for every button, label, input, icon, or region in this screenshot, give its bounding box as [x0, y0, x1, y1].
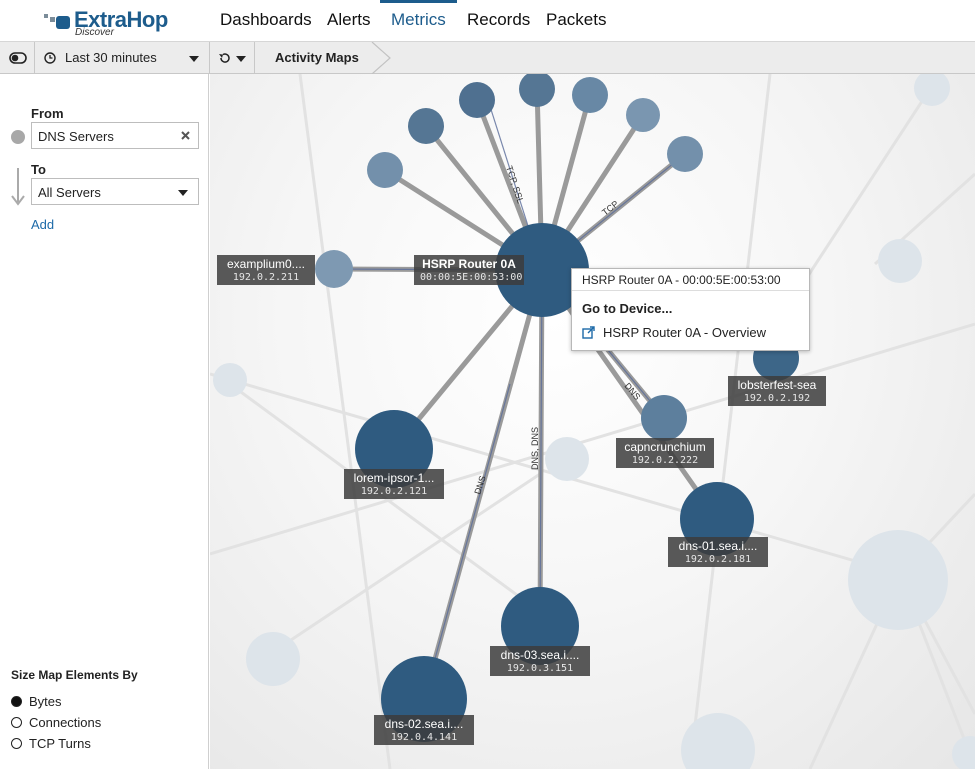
top-navigation-bar: ExtraHop Discover Dashboards Alerts Metr…: [0, 0, 975, 42]
node-address: 192.0.4.141: [390, 732, 458, 743]
size-option-label: TCP Turns: [29, 736, 91, 751]
node-label[interactable]: dns-01.sea.i.... 192.0.2.181: [668, 537, 768, 567]
node-address: 192.0.3.151: [506, 663, 574, 674]
history-icon[interactable]: [218, 52, 231, 64]
size-option-bytes[interactable]: Bytes: [11, 694, 62, 709]
toggle-sidebar-icon[interactable]: [9, 52, 27, 64]
node-name: lorem-ipsor-1...: [353, 471, 435, 485]
node-label[interactable]: dns-03.sea.i.... 192.0.3.151: [490, 646, 590, 676]
node-name: dns-01.sea.i....: [678, 539, 758, 553]
node-address: 192.0.2.181: [684, 554, 752, 565]
node-name: capncrunchium: [624, 440, 706, 454]
breadcrumb-activity-maps[interactable]: Activity Maps: [275, 50, 359, 65]
background-edges: [210, 74, 975, 769]
activity-map-canvas[interactable]: TCP, SSL TCP DNS DNS, DNS DNS examplium0…: [210, 74, 975, 769]
node-address: 192.0.2.222: [631, 455, 699, 466]
node-name: dns-03.sea.i....: [500, 648, 580, 662]
from-label: From: [31, 106, 64, 121]
nav-dashboards[interactable]: Dashboards: [220, 10, 312, 30]
time-range-dropdown-icon[interactable]: [189, 56, 199, 62]
toolbar: Last 30 minutes Activity Maps: [0, 42, 975, 74]
external-link-icon: [582, 326, 595, 339]
from-input-value: DNS Servers: [38, 129, 114, 144]
activity-map-sidebar: From DNS Servers To All Servers Add Size…: [0, 74, 209, 769]
node-label[interactable]: lorem-ipsor-1... 192.0.2.121: [344, 469, 444, 499]
brand-subtitle: Discover: [75, 27, 114, 38]
size-option-label: Bytes: [29, 694, 62, 709]
size-by-heading: Size Map Elements By: [11, 668, 138, 682]
to-select-value: All Servers: [38, 185, 101, 200]
nav-alerts[interactable]: Alerts: [327, 10, 370, 30]
node-address: 192.0.2.192: [743, 393, 811, 404]
device-overview-link[interactable]: HSRP Router 0A - Overview: [582, 325, 766, 340]
node-label[interactable]: lobsterfest-sea 192.0.2.192: [728, 376, 826, 406]
radio-selected-icon: [11, 696, 22, 707]
down-arrow-icon: [11, 168, 25, 206]
breadcrumb-chevron: [371, 42, 391, 74]
to-label: To: [31, 162, 46, 177]
node-name: HSRP Router 0A: [422, 257, 516, 271]
to-select[interactable]: All Servers: [31, 178, 199, 205]
background-nodes: [213, 74, 975, 769]
radio-icon: [11, 738, 22, 749]
activity-map-graph: TCP, SSL TCP DNS DNS, DNS DNS: [210, 74, 975, 769]
time-range-selector[interactable]: Last 30 minutes: [65, 50, 157, 65]
node-name: dns-02.sea.i....: [384, 717, 464, 731]
extrahop-logo[interactable]: ExtraHop Discover: [42, 7, 182, 38]
clear-icon[interactable]: [181, 131, 190, 140]
active-tab-indicator: [380, 0, 457, 3]
history-dropdown-icon[interactable]: [236, 56, 246, 62]
size-option-tcp-turns[interactable]: TCP Turns: [11, 736, 91, 751]
from-input[interactable]: DNS Servers: [31, 122, 199, 149]
edge-label-dns-2: DNS: [472, 474, 487, 495]
size-option-connections[interactable]: Connections: [11, 715, 101, 730]
node-address: 192.0.2.121: [360, 486, 428, 497]
device-overview-label: HSRP Router 0A - Overview: [603, 325, 767, 340]
nav-records[interactable]: Records: [467, 10, 530, 30]
edge-label-dns-dns: DNS, DNS: [530, 427, 540, 470]
center-node-label[interactable]: HSRP Router 0A 00:00:5E:00:53:00: [414, 255, 524, 285]
node-label[interactable]: dns-02.sea.i.... 192.0.4.141: [374, 715, 474, 745]
source-dot-icon: [11, 130, 25, 144]
radio-icon: [11, 717, 22, 728]
nav-packets[interactable]: Packets: [546, 10, 606, 30]
add-link[interactable]: Add: [31, 217, 54, 232]
chevron-down-icon: [178, 190, 188, 196]
node-address: 00:00:5E:00:53:00: [420, 272, 523, 283]
device-context-menu: HSRP Router 0A - 00:00:5E:00:53:00 Go to…: [571, 268, 810, 351]
node-address: 192.0.2.211: [232, 272, 300, 283]
clock-icon: [44, 52, 56, 64]
logo-mark-icon: [44, 14, 70, 29]
node-label[interactable]: capncrunchium 192.0.2.222: [616, 438, 714, 468]
node-label[interactable]: examplium0.... 192.0.2.211: [217, 255, 315, 285]
node-name: lobsterfest-sea: [737, 378, 817, 392]
size-option-label: Connections: [29, 715, 102, 730]
context-menu-title: HSRP Router 0A - 00:00:5E:00:53:00: [572, 269, 809, 291]
nav-metrics[interactable]: Metrics: [391, 10, 446, 30]
go-to-device-item[interactable]: Go to Device...: [582, 301, 672, 316]
node-name: examplium0....: [226, 257, 306, 271]
